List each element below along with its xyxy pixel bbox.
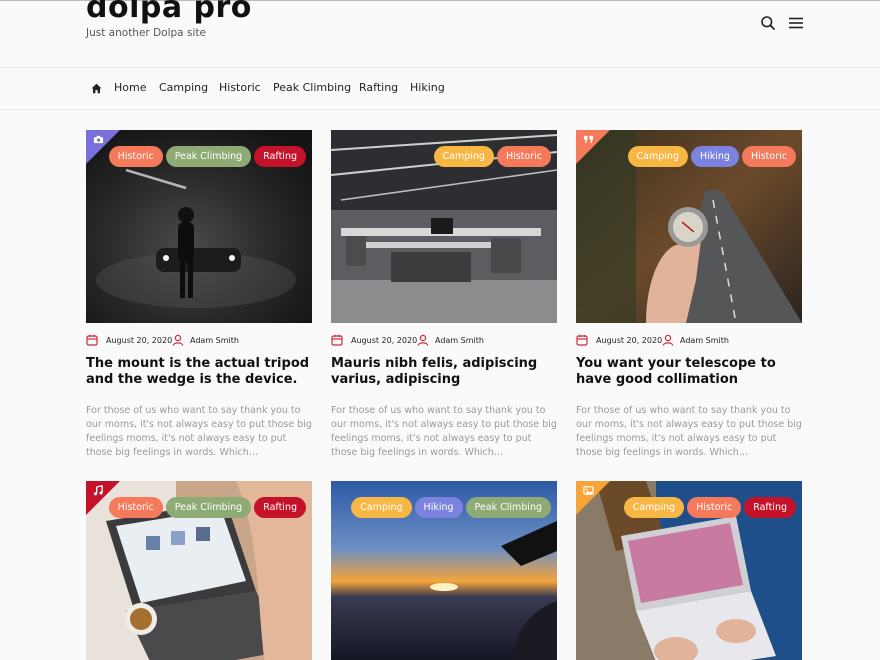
post-thumbnail[interactable]: Camping Hiking Historic: [576, 130, 802, 323]
hamburger-menu-icon[interactable]: [788, 15, 804, 31]
image-icon: [583, 486, 594, 495]
post-tags: Camping Hiking Historic: [627, 146, 796, 167]
post-author[interactable]: Adam Smith: [435, 336, 484, 345]
main-navigation: Home Camping Historic Peak Climbing Raft…: [0, 68, 880, 110]
post-excerpt: For those of us who want to say thank yo…: [576, 405, 802, 458]
tag-peak-climbing[interactable]: Peak Climbing: [165, 146, 252, 167]
tag-peak-climbing[interactable]: Peak Climbing: [465, 497, 551, 518]
post-tags: Camping Hiking Peak Climbing: [351, 497, 551, 518]
post-tags: Historic Peak Climbing Rafting: [108, 497, 306, 518]
site-title[interactable]: dolpa pro: [86, 0, 252, 25]
calendar-icon: [86, 334, 98, 346]
post-thumbnail[interactable]: Camping Hiking Peak Climbing: [331, 481, 557, 660]
music-icon: [94, 485, 103, 496]
tag-historic[interactable]: Historic: [108, 146, 163, 167]
user-icon: [662, 334, 674, 346]
post-author[interactable]: Adam Smith: [680, 336, 729, 345]
post-meta: August 20, 2020 Adam Smith: [331, 332, 557, 350]
tag-rafting[interactable]: Rafting: [254, 497, 306, 518]
nav-item-peak-climbing[interactable]: Peak Climbing: [273, 81, 351, 94]
post-meta: August 20, 2020 Adam Smith: [576, 332, 802, 350]
post-meta: August 20, 2020 Adam Smith: [86, 332, 312, 350]
nav-item-rafting[interactable]: Rafting: [359, 81, 398, 94]
tag-camping[interactable]: Camping: [627, 146, 688, 167]
calendar-icon: [331, 334, 343, 346]
tag-hiking[interactable]: Hiking: [690, 146, 739, 167]
post-date[interactable]: August 20, 2020: [596, 336, 662, 345]
post-author[interactable]: Adam Smith: [190, 336, 239, 345]
quote-icon: [583, 135, 594, 144]
post-title[interactable]: Mauris nibh felis, adipiscing varius, ad…: [331, 356, 557, 388]
nav-item-home[interactable]: Home: [114, 81, 146, 94]
post-title[interactable]: The mount is the actual tripod and the w…: [86, 356, 312, 388]
nav-item-camping[interactable]: Camping: [159, 81, 208, 94]
calendar-icon: [576, 334, 588, 346]
tag-historic[interactable]: Historic: [687, 497, 742, 518]
tag-camping[interactable]: Camping: [623, 497, 685, 518]
camera-icon: [93, 135, 104, 144]
site-tagline: Just another Dolpa site: [86, 27, 206, 39]
post-date[interactable]: August 20, 2020: [351, 336, 417, 345]
post-tags: Camping Historic Rafting: [623, 497, 796, 518]
post-thumbnail[interactable]: Camping Historic Rafting: [576, 481, 802, 660]
tag-camping[interactable]: Camping: [351, 497, 412, 518]
tag-rafting[interactable]: Rafting: [254, 146, 306, 167]
post-date[interactable]: August 20, 2020: [106, 336, 172, 345]
search-icon[interactable]: [760, 15, 776, 31]
home-icon[interactable]: [91, 83, 102, 94]
post-tags: Historic Peak Climbing Rafting: [108, 146, 306, 167]
nav-item-hiking[interactable]: Hiking: [410, 81, 445, 94]
tag-historic[interactable]: Historic: [741, 146, 796, 167]
nav-item-historic[interactable]: Historic: [219, 81, 261, 94]
tag-historic[interactable]: Historic: [108, 497, 163, 518]
user-icon: [417, 334, 429, 346]
post-title[interactable]: You want your telescope to have good col…: [576, 356, 802, 388]
post-thumbnail[interactable]: Camping Historic: [331, 130, 557, 323]
site-header: dolpa pro Just another Dolpa site: [0, 0, 880, 68]
tag-peak-climbing[interactable]: Peak Climbing: [165, 497, 252, 518]
tag-rafting[interactable]: Rafting: [744, 497, 796, 518]
user-icon: [172, 334, 184, 346]
tag-hiking[interactable]: Hiking: [414, 497, 463, 518]
post-excerpt: For those of us who want to say thank yo…: [331, 405, 557, 458]
post-tags: Camping Historic: [433, 146, 551, 167]
tag-camping[interactable]: Camping: [433, 146, 494, 167]
tag-historic[interactable]: Historic: [496, 146, 551, 167]
post-thumbnail[interactable]: Historic Peak Climbing Rafting: [86, 481, 312, 660]
post-thumbnail[interactable]: Historic Peak Climbing Rafting: [86, 130, 312, 323]
post-excerpt: For those of us who want to say thank yo…: [86, 405, 312, 458]
